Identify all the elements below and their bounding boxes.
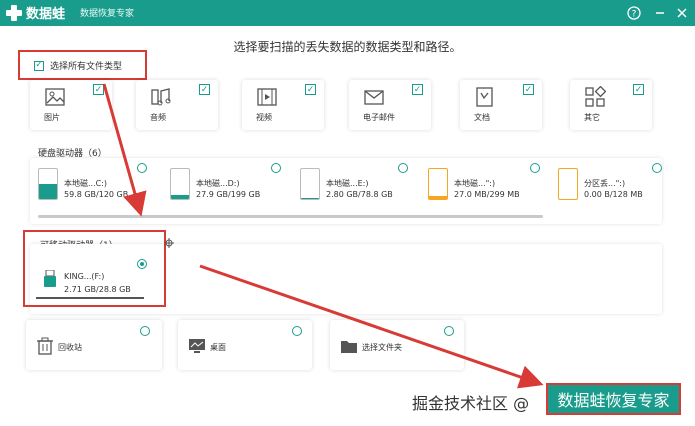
close-icon[interactable] [672,3,692,23]
help-circle-icon[interactable]: ? [624,3,644,23]
drive-name: 分区丢...":) [584,179,626,188]
drive-size: 0.00 B/128 MB [584,190,643,199]
disk-icon [300,168,320,200]
location-card-desktop[interactable]: 桌面 [178,320,312,370]
hard-drives-title: 硬盘驱动器（6） [38,149,107,159]
cursor-icon [163,234,175,248]
file-type-card-video[interactable]: ✓ 视频 [242,80,324,130]
drive-item-lost-partition[interactable]: 分区丢...":) 0.00 B/128 MB [558,168,673,204]
other-icon [584,85,607,108]
watermark: 掘金技术社区 @ [412,394,530,413]
drive-item-d[interactable]: 本地磁...D:) 27.9 GB/199 GB [170,168,285,204]
app-name: 数据蛙 [26,7,66,22]
minimize-icon[interactable] [650,3,670,23]
desktop-icon [188,337,206,355]
drive-radio-e[interactable] [398,163,408,173]
svg-text:?: ? [632,10,637,20]
disk-icon [170,168,190,200]
drive-size: 59.8 GB/120 GB [64,190,129,199]
drive-radio-recovery[interactable] [530,163,540,173]
drive-radio-lost-partition[interactable] [652,163,662,173]
location-label: 选择文件夹 [362,343,402,352]
highlight-box-select-all [18,50,147,80]
location-radio[interactable] [292,326,302,336]
file-type-card-other[interactable]: ✓ 其它 [570,80,652,130]
drive-size: 2.80 GB/78.8 GB [326,190,393,199]
drive-name: 本地磁...D:) [196,179,240,188]
drive-name: 本地磁...":) [454,179,496,188]
file-type-label: 电子邮件 [363,113,395,122]
drive-item-e[interactable]: 本地磁...E:) 2.80 GB/78.8 GB [300,168,415,204]
file-type-label: 图片 [44,113,60,122]
location-card-select-folder[interactable]: 选择文件夹 [330,320,464,370]
checkbox-checked-icon[interactable]: ✓ [93,84,104,95]
highlight-box-removable [23,230,166,307]
file-type-label: 其它 [584,113,600,122]
drive-name: 本地磁...E:) [326,179,369,188]
drive-item-c[interactable]: 本地磁...C:) 59.8 GB/120 GB [38,168,153,204]
app-logo-icon [5,4,23,22]
image-icon [44,86,66,108]
drive-radio-c[interactable] [137,163,147,173]
music-icon [150,86,172,108]
file-type-card-email[interactable]: ✓ 电子邮件 [349,80,431,130]
document-icon [474,86,496,108]
drive-name: 本地磁...C:) [64,179,108,188]
location-label: 回收站 [58,343,82,352]
checkbox-checked-icon[interactable]: ✓ [523,84,534,95]
app-subtitle: 数据恢复专家 [80,9,135,19]
drive-size: 27.0 MB/299 MB [454,190,520,199]
file-type-label: 音频 [150,113,166,122]
title-bar: 数据蛙 数据恢复专家 ? [0,0,695,26]
drive-radio-d[interactable] [271,163,281,173]
drive-size: 27.9 GB/199 GB [196,190,261,199]
file-type-card-image[interactable]: ✓ 图片 [30,80,112,130]
disk-icon [558,168,578,200]
checkbox-checked-icon[interactable]: ✓ [199,84,210,95]
folder-icon [340,337,358,355]
email-icon [363,86,385,108]
drive-item-recovery[interactable]: 本地磁...":) 27.0 MB/299 MB [428,168,543,204]
location-radio[interactable] [444,326,454,336]
file-type-label: 文档 [474,113,490,122]
brand-badge: 数据蛙恢复专家 [546,383,681,415]
checkbox-checked-icon[interactable]: ✓ [305,84,316,95]
disk-icon [38,168,58,200]
location-radio[interactable] [140,326,150,336]
drives-scrollbar[interactable] [38,215,543,218]
file-type-card-document[interactable]: ✓ 文档 [460,80,542,130]
location-card-recycle-bin[interactable]: 回收站 [26,320,162,370]
recycle-bin-icon [36,337,54,355]
video-icon [256,86,278,108]
file-type-card-audio[interactable]: ✓ 音频 [136,80,218,130]
file-type-label: 视频 [256,113,272,122]
checkbox-checked-icon[interactable]: ✓ [633,84,644,95]
disk-icon [428,168,448,200]
checkbox-checked-icon[interactable]: ✓ [412,84,423,95]
location-label: 桌面 [210,343,226,352]
